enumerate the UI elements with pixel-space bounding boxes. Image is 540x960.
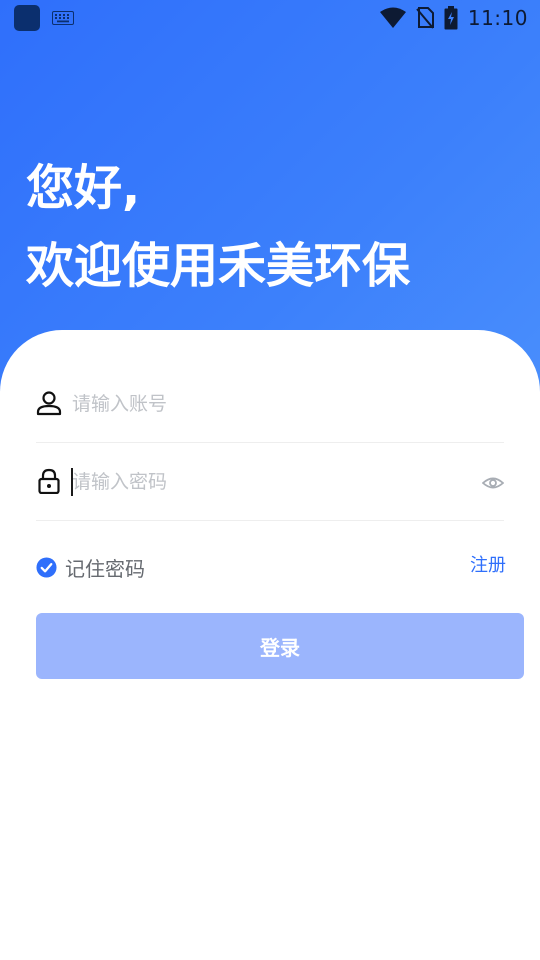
wifi-icon xyxy=(379,7,406,28)
eye-icon[interactable] xyxy=(482,472,504,494)
remember-password-toggle[interactable]: 记住密码 xyxy=(36,554,145,581)
login-button[interactable]: 登录 xyxy=(36,613,524,679)
text-cursor xyxy=(71,468,73,496)
app-icon xyxy=(14,5,40,31)
checkbox-checked-icon[interactable] xyxy=(36,556,57,578)
user-icon xyxy=(36,391,62,416)
keyboard-icon xyxy=(52,11,74,25)
battery-charging-icon xyxy=(444,6,458,30)
register-link[interactable]: 注册 xyxy=(470,551,506,577)
welcome-line: 欢迎使用禾美环保 xyxy=(26,238,411,294)
account-field xyxy=(36,366,504,443)
account-input[interactable] xyxy=(72,388,462,420)
password-input[interactable] xyxy=(72,466,462,498)
status-bar: 11:10 xyxy=(0,0,540,36)
password-field xyxy=(36,444,504,521)
lock-icon xyxy=(38,468,60,494)
no-sim-icon xyxy=(416,7,434,29)
status-time: 11:10 xyxy=(467,6,528,30)
remember-label: 记住密码 xyxy=(65,556,145,581)
greeting-line: 您好, xyxy=(26,160,141,216)
